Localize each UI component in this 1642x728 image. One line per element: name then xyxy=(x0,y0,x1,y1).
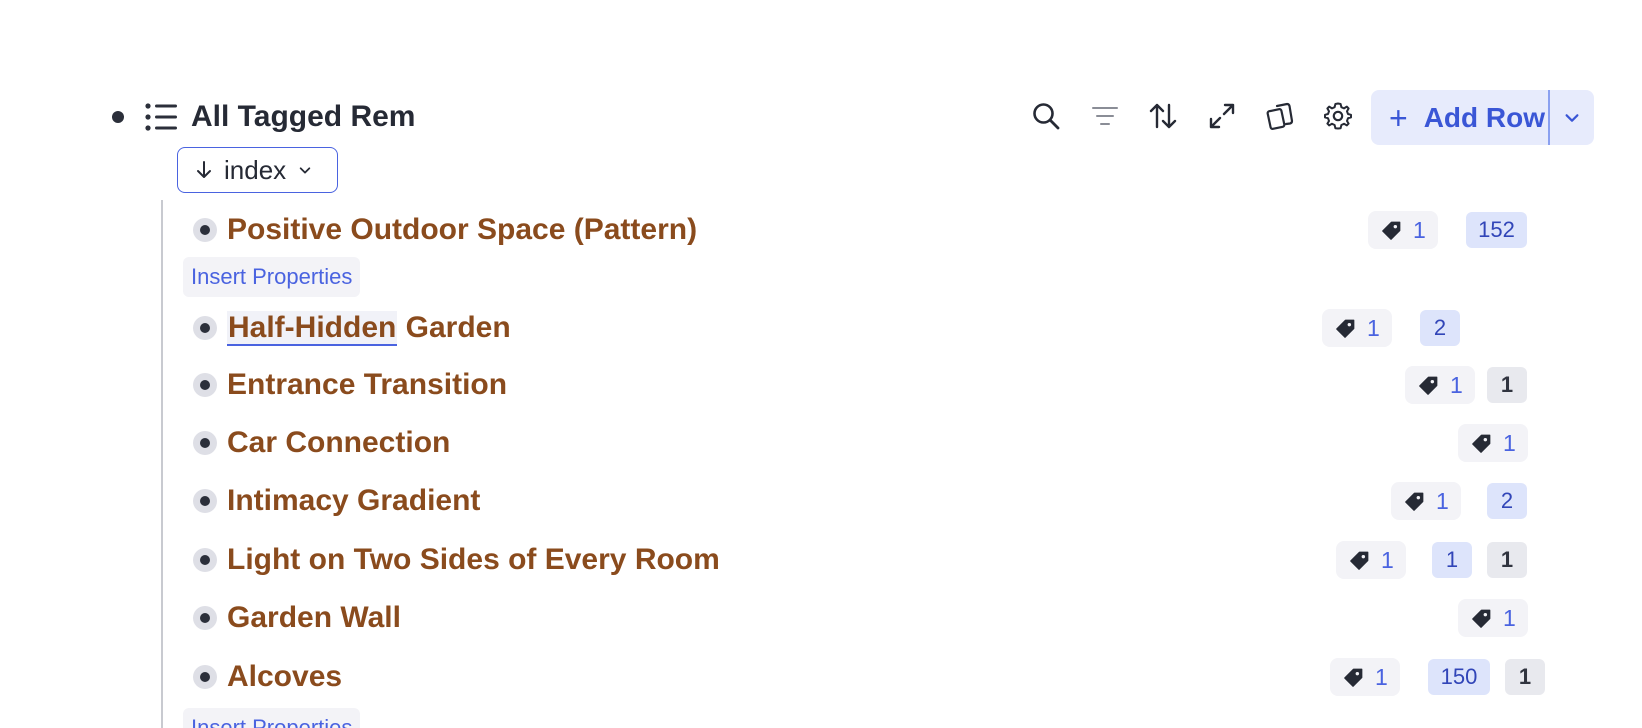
tag-count: 1 xyxy=(1450,371,1463,398)
table-row: Entrance Transition 1 1 xyxy=(0,364,1642,408)
insert-properties-button[interactable]: Insert Properties xyxy=(183,708,361,728)
row-bullet[interactable] xyxy=(193,548,217,572)
row-text[interactable]: Intimacy Gradient xyxy=(227,480,480,522)
count-badge[interactable]: 2 xyxy=(1487,483,1527,519)
filter-icon[interactable] xyxy=(1089,100,1121,132)
row-text-rest: Garden xyxy=(397,311,511,344)
chevron-down-icon xyxy=(298,163,312,177)
copy-icon[interactable] xyxy=(1264,100,1296,132)
gear-icon[interactable] xyxy=(1322,100,1354,132)
row-bullet[interactable] xyxy=(193,606,217,630)
tag-count: 1 xyxy=(1367,314,1380,341)
tag-count: 1 xyxy=(1503,604,1516,631)
plus-icon: + xyxy=(1389,99,1408,136)
table-row: Garden Wall 1 xyxy=(0,597,1642,641)
row-bullet[interactable] xyxy=(193,316,217,340)
count-badge[interactable]: 1 xyxy=(1487,542,1527,578)
arrow-down-icon xyxy=(194,160,214,180)
row-text[interactable]: Positive Outdoor Space (Pattern) xyxy=(227,209,697,251)
row-bullet[interactable] xyxy=(193,373,217,397)
page-title[interactable]: All Tagged Rem xyxy=(191,96,415,138)
count-badge[interactable]: 150 xyxy=(1428,659,1490,695)
row-bullet[interactable] xyxy=(193,218,217,242)
tag-count-pill[interactable]: 1 xyxy=(1458,424,1528,462)
tag-count-pill[interactable]: 1 xyxy=(1322,309,1392,347)
tag-icon xyxy=(1344,668,1363,687)
row-text[interactable]: Garden Wall xyxy=(227,597,401,639)
tag-icon xyxy=(1336,319,1355,338)
table-row: Car Connection 1 xyxy=(0,422,1642,466)
tag-count: 1 xyxy=(1413,216,1426,243)
count-badge[interactable]: 1 xyxy=(1432,542,1472,578)
tag-count: 1 xyxy=(1381,546,1394,573)
table-row: Intimacy Gradient 1 2 xyxy=(0,480,1642,524)
tag-icon xyxy=(1350,551,1369,570)
tag-count-pill[interactable]: 1 xyxy=(1458,599,1528,637)
count-badge[interactable]: 1 xyxy=(1505,659,1545,695)
tag-count: 1 xyxy=(1503,429,1516,456)
row-text[interactable]: Half-Hidden Garden xyxy=(227,307,511,349)
row-text[interactable]: Alcoves xyxy=(227,656,342,698)
tag-icon xyxy=(1472,609,1491,628)
chevron-down-icon xyxy=(1565,113,1579,122)
row-bullet[interactable] xyxy=(193,431,217,455)
count-badge[interactable]: 1 xyxy=(1487,367,1527,403)
tag-count-pill[interactable]: 1 xyxy=(1330,658,1400,696)
rem-reference[interactable]: Half-Hidden xyxy=(227,311,398,346)
table-row: Positive Outdoor Space (Pattern) 1 152 xyxy=(0,209,1642,253)
sort-chip-label: index xyxy=(224,154,287,185)
tag-count-pill[interactable]: 1 xyxy=(1391,482,1461,520)
add-row-label: Add Row xyxy=(1423,101,1545,133)
search-icon[interactable] xyxy=(1030,100,1062,132)
table-row: Alcoves 1 150 1 xyxy=(0,656,1642,700)
add-row-button[interactable]: + Add Row xyxy=(1371,90,1548,145)
row-text[interactable]: Light on Two Sides of Every Room xyxy=(227,539,720,581)
table-view: All Tagged Rem + Add Row index Positive … xyxy=(0,0,1642,728)
row-text[interactable]: Car Connection xyxy=(227,422,450,464)
expand-icon[interactable] xyxy=(1206,100,1238,132)
tag-icon xyxy=(1405,492,1424,511)
tag-count: 1 xyxy=(1375,663,1388,690)
row-text[interactable]: Entrance Transition xyxy=(227,364,507,406)
sort-chip[interactable]: index xyxy=(177,147,338,193)
tag-count-pill[interactable]: 1 xyxy=(1405,366,1475,404)
insert-properties-button[interactable]: Insert Properties xyxy=(183,257,361,297)
count-badge[interactable]: 152 xyxy=(1466,212,1527,248)
table-row: Light on Two Sides of Every Room 1 1 1 xyxy=(0,539,1642,583)
tag-count: 1 xyxy=(1436,487,1449,514)
outer-bullet[interactable] xyxy=(112,111,124,123)
table-row: Half-Hidden Garden 1 2 xyxy=(0,307,1642,351)
tag-count-pill[interactable]: 1 xyxy=(1368,211,1438,249)
row-bullet[interactable] xyxy=(193,489,217,513)
row-bullet[interactable] xyxy=(193,665,217,689)
tag-count-pill[interactable]: 1 xyxy=(1336,541,1406,579)
tag-icon xyxy=(1419,376,1438,395)
sort-icon[interactable] xyxy=(1147,100,1179,132)
list-icon xyxy=(144,100,178,134)
add-row-dropdown-button[interactable] xyxy=(1548,90,1594,145)
tag-icon xyxy=(1382,221,1401,240)
tag-icon xyxy=(1472,434,1491,453)
count-badge[interactable]: 2 xyxy=(1420,310,1460,346)
